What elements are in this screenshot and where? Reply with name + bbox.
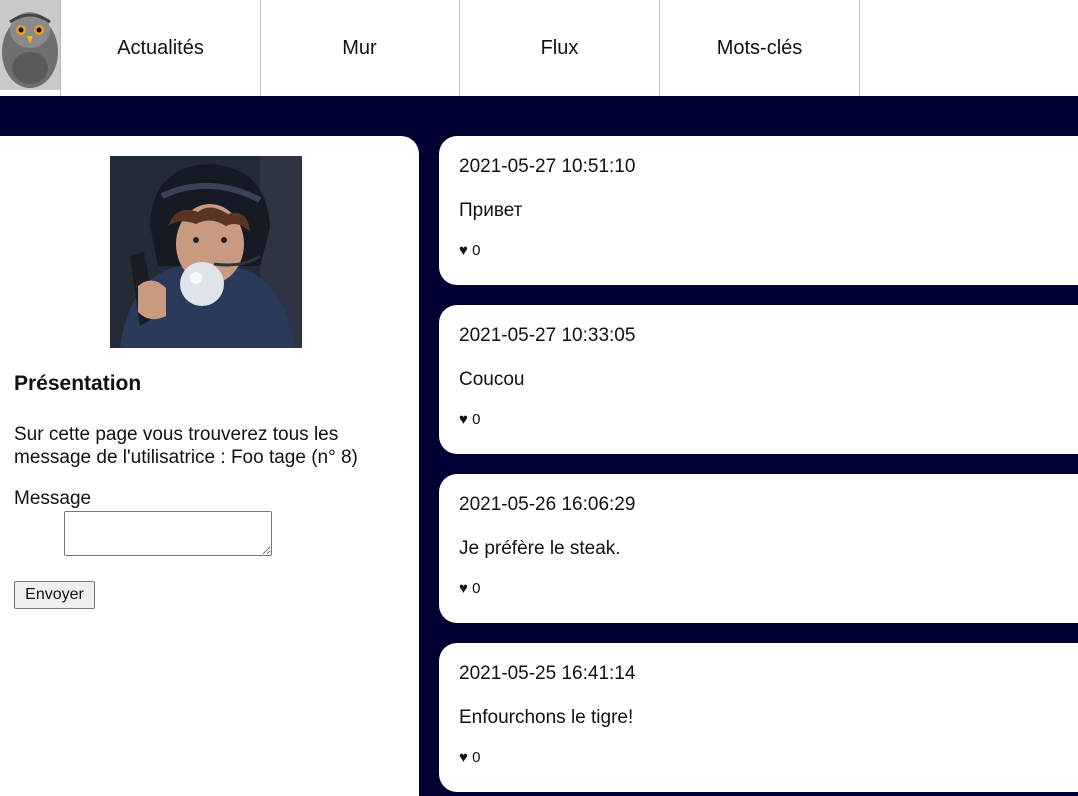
post-text: Enfourchons le tigre! [459, 707, 634, 728]
post-date: 2021-05-25 16:41:14 [459, 663, 636, 684]
post-text: Привет [459, 200, 523, 221]
nav-item-label: Mots-clés [716, 36, 803, 59]
top-navigation: Actualités Mur Flux Mots-clés [0, 0, 1078, 96]
post-text: Coucou [459, 369, 525, 390]
post-date: 2021-05-27 10:33:05 [459, 325, 636, 346]
user-photo-icon [110, 156, 302, 348]
like-counter[interactable]: ♥ 0 [459, 580, 480, 597]
nav-item-label: Actualités [117, 36, 204, 59]
post-card: 2021-05-25 16:41:14 Enfourchons le tigre… [439, 643, 1078, 792]
nav-item-actualites[interactable]: Actualités [60, 0, 261, 96]
send-button[interactable]: Envoyer [14, 581, 95, 609]
like-counter[interactable]: ♥ 0 [459, 749, 480, 766]
post-date: 2021-05-26 16:06:29 [459, 494, 636, 515]
nav-item-mots-cles[interactable]: Mots-clés [660, 0, 860, 96]
nav-item-mur[interactable]: Mur [260, 0, 460, 96]
post-text: Je préfère le steak. [459, 538, 621, 559]
nav-item-label: Flux [540, 36, 579, 59]
profile-card: Présentation Sur cette page vous trouver… [0, 136, 419, 796]
site-logo[interactable] [0, 0, 60, 90]
post-card: 2021-05-26 16:06:29 Je préfère le steak.… [439, 474, 1078, 623]
message-textarea[interactable] [64, 511, 272, 556]
message-label: Message [14, 488, 92, 509]
post-card: 2021-05-27 10:33:05 Coucou ♥ 0 [439, 305, 1078, 454]
post-date: 2021-05-27 10:51:10 [459, 156, 636, 177]
post-card: 2021-05-27 10:51:10 Привет ♥ 0 [439, 136, 1078, 285]
presentation-title: Présentation [14, 372, 142, 395]
presentation-text: Sur cette page vous trouverez tous les m… [14, 424, 358, 468]
like-counter[interactable]: ♥ 0 [459, 411, 480, 428]
owl-logo-icon [0, 0, 60, 90]
nav-item-flux[interactable]: Flux [460, 0, 660, 96]
like-counter[interactable]: ♥ 0 [459, 242, 480, 259]
nav-item-label: Mur [342, 36, 377, 59]
avatar [110, 156, 302, 348]
